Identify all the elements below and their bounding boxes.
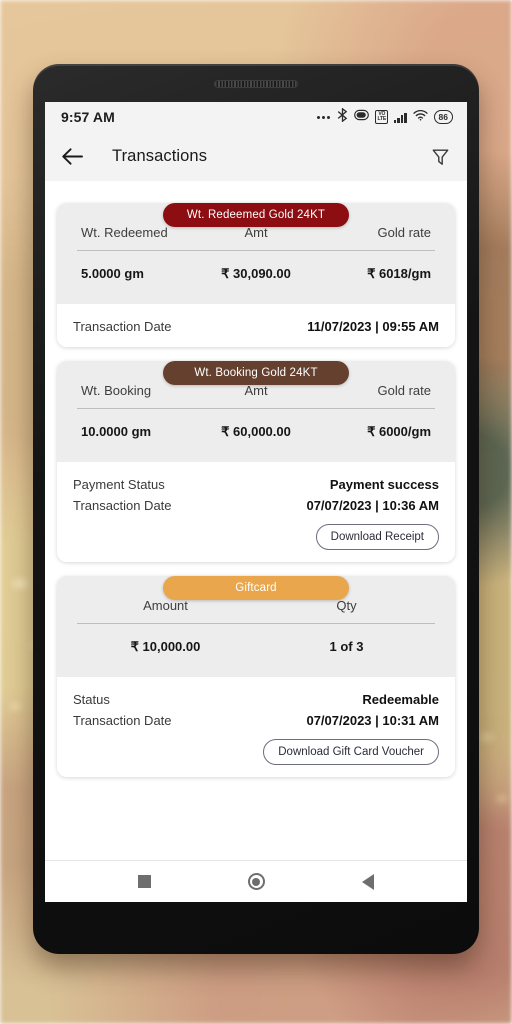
signal-bars-icon xyxy=(393,112,407,123)
summary-value-cell: ₹ 10,000.00 xyxy=(130,639,201,654)
summary-headers: Wt. Redeemed Amt Gold rate xyxy=(75,225,437,250)
triangle-back-icon[interactable] xyxy=(362,873,375,890)
phone-screen: 9:57 AM VO LTE 86 Transactions Wt. Redee… xyxy=(45,102,467,902)
transaction-card: Wt. Redeemed Gold 24KT Wt. Redeemed Amt … xyxy=(57,203,455,347)
bluetooth-icon xyxy=(337,106,348,127)
detail-row: Transaction Date 07/07/2023 | 10:36 AM xyxy=(73,495,439,516)
transaction-details: Transaction Date 11/07/2023 | 09:55 AM xyxy=(57,304,455,347)
summary-value-cell: ₹ 6000/gm xyxy=(367,424,432,439)
transaction-type-badge: Giftcard xyxy=(163,576,349,600)
download-gift-card-voucher-button[interactable]: Download Gift Card Voucher xyxy=(263,739,439,765)
detail-label: Transaction Date xyxy=(73,498,172,513)
data-saver-icon xyxy=(354,108,370,126)
download-row: Download Receipt xyxy=(73,516,439,552)
summary-values: 5.0000 gm ₹ 30,090.00 ₹ 6018/gm xyxy=(75,251,437,298)
summary-header-cell: Wt. Booking xyxy=(81,383,152,398)
transaction-card-body: Amount Qty ₹ 10,000.00 1 of 3 Status Red… xyxy=(57,576,455,777)
summary-header-cell: Qty xyxy=(336,598,357,613)
summary-value-cell: ₹ 60,000.00 xyxy=(221,424,291,439)
transaction-type-badge: Wt. Redeemed Gold 24KT xyxy=(163,203,349,227)
summary-values: ₹ 10,000.00 1 of 3 xyxy=(75,624,437,671)
detail-value: 07/07/2023 | 10:31 AM xyxy=(306,713,439,728)
summary-header-cell: Gold rate xyxy=(377,383,432,398)
summary-headers: Amount Qty xyxy=(75,598,437,623)
detail-row: Transaction Date 07/07/2023 | 10:31 AM xyxy=(73,710,439,731)
arrow-left-icon[interactable] xyxy=(61,147,84,166)
detail-label: Transaction Date xyxy=(73,319,172,334)
transaction-details: Status Redeemable Transaction Date 07/07… xyxy=(57,677,455,777)
summary-header-cell: Amt xyxy=(244,383,268,398)
transaction-card: Giftcard Amount Qty ₹ 10,000.00 1 of 3 S… xyxy=(57,576,455,777)
status-bar-time: 9:57 AM xyxy=(61,109,115,125)
summary-header-cell: Wt. Redeemed xyxy=(81,225,168,240)
wifi-icon xyxy=(412,108,428,126)
circle-home-icon[interactable] xyxy=(247,873,265,890)
summary-headers: Wt. Booking Amt Gold rate xyxy=(75,383,437,408)
square-recents-icon[interactable] xyxy=(137,875,151,888)
detail-row: Status Redeemable xyxy=(73,689,439,710)
detail-value: Redeemable xyxy=(362,692,439,707)
detail-value: 07/07/2023 | 10:36 AM xyxy=(306,498,439,513)
volte-icon: VO LTE xyxy=(375,110,388,124)
summary-value-cell: ₹ 30,090.00 xyxy=(221,266,291,281)
summary-header-cell: Gold rate xyxy=(377,225,432,240)
page-title: Transactions xyxy=(112,147,208,165)
battery-icon: 86 xyxy=(433,110,453,124)
detail-label: Payment Status xyxy=(73,477,165,492)
summary-header-cell: Amt xyxy=(244,225,268,240)
earpiece-speaker-grille xyxy=(215,81,297,87)
detail-label: Transaction Date xyxy=(73,713,172,728)
detail-value: Payment success xyxy=(329,477,439,492)
app-bar: Transactions xyxy=(45,132,467,181)
detail-label: Status xyxy=(73,692,110,707)
detail-row: Transaction Date 11/07/2023 | 09:55 AM xyxy=(73,316,439,337)
summary-value-cell: 1 of 3 xyxy=(329,639,364,654)
summary-value-cell: 10.0000 gm xyxy=(81,424,152,439)
android-navigation-bar xyxy=(45,860,467,902)
transaction-type-badge: Wt. Booking Gold 24KT xyxy=(163,361,349,385)
status-bar: 9:57 AM VO LTE 86 xyxy=(45,102,467,132)
status-bar-icons: VO LTE 86 xyxy=(317,106,453,127)
filter-icon[interactable] xyxy=(432,148,449,166)
download-receipt-button[interactable]: Download Receipt xyxy=(315,524,439,550)
more-dots-icon xyxy=(317,115,331,119)
download-row: Download Gift Card Voucher xyxy=(73,731,439,767)
summary-values: 10.0000 gm ₹ 60,000.00 ₹ 6000/gm xyxy=(75,409,437,456)
transaction-details: Payment Status Payment success Transacti… xyxy=(57,462,455,562)
transaction-card-body: Wt. Booking Amt Gold rate 10.0000 gm ₹ 6… xyxy=(57,361,455,562)
phone-device-frame: 9:57 AM VO LTE 86 Transactions Wt. Redee… xyxy=(33,64,479,954)
summary-header-cell: Amount xyxy=(143,598,188,613)
detail-row: Payment Status Payment success xyxy=(73,474,439,495)
transaction-card: Wt. Booking Gold 24KT Wt. Booking Amt Go… xyxy=(57,361,455,562)
summary-value-cell: 5.0000 gm xyxy=(81,266,144,281)
transactions-list[interactable]: Wt. Redeemed Gold 24KT Wt. Redeemed Amt … xyxy=(45,181,467,860)
summary-value-cell: ₹ 6018/gm xyxy=(367,266,432,281)
detail-value: 11/07/2023 | 09:55 AM xyxy=(307,319,439,334)
